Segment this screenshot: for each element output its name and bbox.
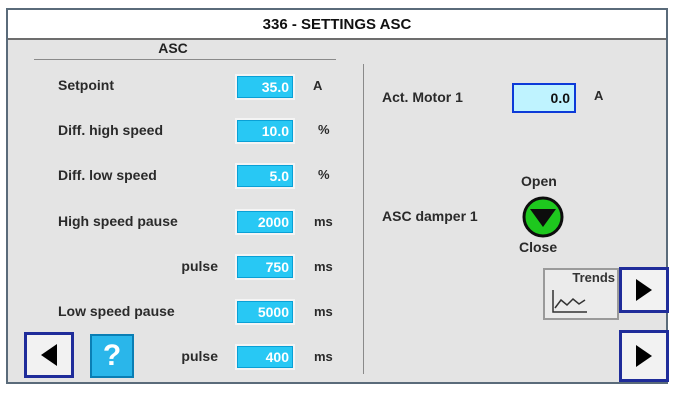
trend-chart-icon	[552, 290, 587, 313]
setpoint-unit: A	[313, 78, 323, 93]
next-page-button-bottom[interactable]	[619, 330, 669, 382]
act-motor-field: 0.0	[512, 83, 576, 113]
low-speed-pause-unit: ms	[314, 304, 333, 319]
high-speed-pulse-field[interactable]: 750	[235, 254, 295, 280]
high-speed-pause-label: High speed pause	[58, 213, 178, 229]
section-divider	[34, 59, 336, 60]
triangle-right-icon	[636, 279, 652, 301]
high-speed-pulse-unit: ms	[314, 259, 333, 274]
low-speed-pulse-field[interactable]: 400	[235, 344, 295, 370]
high-speed-pause-unit: ms	[314, 214, 333, 229]
diff-low-speed-field[interactable]: 5.0	[235, 163, 295, 189]
triangle-left-icon	[41, 344, 57, 366]
low-speed-pause-label: Low speed pause	[58, 303, 175, 319]
low-speed-pulse-label: pulse	[181, 348, 218, 364]
diff-low-speed-unit: %	[318, 167, 330, 182]
triangle-right-icon	[636, 345, 652, 367]
next-page-button-top[interactable]	[619, 267, 669, 313]
low-speed-pause-field[interactable]: 5000	[235, 299, 295, 325]
setpoint-field[interactable]: 35.0	[235, 74, 295, 100]
low-speed-pulse-unit: ms	[314, 349, 333, 364]
diff-high-speed-field[interactable]: 10.0	[235, 118, 295, 144]
damper-open-label: Open	[521, 173, 557, 189]
diff-low-speed-label: Diff. low speed	[58, 167, 157, 183]
trends-label: Trends	[572, 270, 615, 285]
diff-high-speed-unit: %	[318, 122, 330, 137]
act-motor-label: Act. Motor 1	[382, 89, 463, 105]
high-speed-pause-field[interactable]: 2000	[235, 209, 295, 235]
down-arrow-circle-icon[interactable]	[521, 195, 565, 239]
settings-panel: 336 - SETTINGS ASC ASC Setpoint 35.0 A D…	[6, 8, 669, 384]
high-speed-pulse-label: pulse	[181, 258, 218, 274]
trends-button[interactable]: Trends	[543, 268, 619, 320]
damper-close-label: Close	[519, 239, 558, 255]
prev-page-button[interactable]	[24, 332, 74, 378]
setpoint-label: Setpoint	[58, 77, 114, 93]
asc-damper-label: ASC damper 1	[382, 208, 478, 224]
diff-high-speed-label: Diff. high speed	[58, 122, 163, 138]
column-divider	[363, 64, 364, 374]
help-button[interactable]: ?	[90, 334, 134, 378]
window-title: 336 - SETTINGS ASC	[8, 10, 666, 40]
section-label-asc: ASC	[158, 40, 188, 56]
act-motor-unit: A	[594, 88, 604, 103]
